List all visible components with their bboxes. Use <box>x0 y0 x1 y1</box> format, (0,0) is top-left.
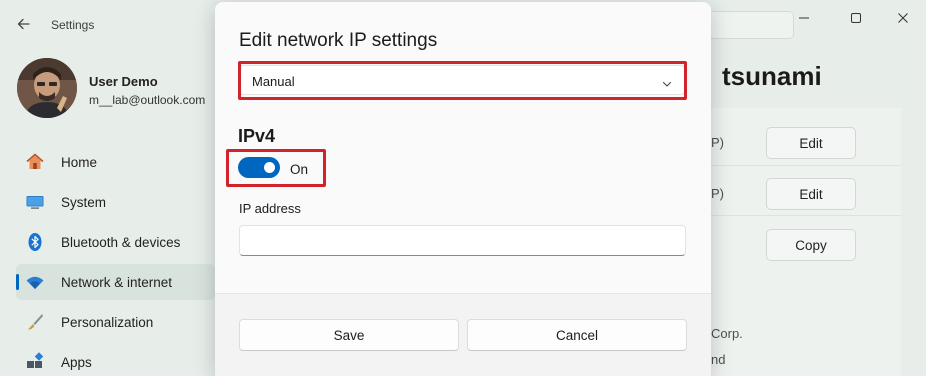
sidebar-item-label: Bluetooth & devices <box>61 235 181 250</box>
home-icon <box>25 152 45 172</box>
ip-mode-value: Manual <box>252 74 295 89</box>
ip-mode-dropdown[interactable]: Manual <box>239 65 685 95</box>
edit-ip-button[interactable]: Edit <box>766 127 856 159</box>
toggle-knob <box>264 162 275 173</box>
edit-ip-settings-dialog: Edit network IP settings Manual IPv4 On … <box>215 2 711 376</box>
ipv4-toggle-label: On <box>290 162 309 177</box>
description-text: nd <box>711 352 726 367</box>
maximize-button[interactable] <box>842 8 870 28</box>
save-button[interactable]: Save <box>239 319 459 351</box>
row-suffix: P) <box>711 186 724 201</box>
ip-address-input[interactable] <box>239 225 686 256</box>
edit-dns-button[interactable]: Edit <box>766 178 856 210</box>
bluetooth-icon <box>25 232 45 252</box>
ipv4-section-title: IPv4 <box>238 126 276 146</box>
sidebar-item-bluetooth[interactable]: Bluetooth & devices <box>16 224 215 260</box>
sidebar-item-home[interactable]: Home <box>16 144 215 180</box>
copy-button[interactable]: Copy <box>766 229 856 261</box>
user-email: m__lab@outlook.com <box>89 93 206 107</box>
apps-icon <box>25 352 45 372</box>
chevron-down-icon <box>662 76 672 87</box>
dialog-title: Edit network IP settings <box>239 30 438 51</box>
sidebar-item-apps[interactable]: Apps <box>16 344 215 376</box>
dialog-footer: Save Cancel <box>215 293 711 376</box>
sidebar-item-label: Network & internet <box>61 275 173 290</box>
page-heading: tsunami <box>722 61 822 91</box>
user-name: User Demo <box>89 74 158 89</box>
cancel-button[interactable]: Cancel <box>467 319 687 351</box>
brush-icon <box>25 312 45 332</box>
search-box[interactable] <box>700 11 794 39</box>
sidebar-item-label: Apps <box>61 355 92 370</box>
sidebar-item-network[interactable]: Network & internet <box>16 264 215 300</box>
sidebar-item-personalization[interactable]: Personalization <box>16 304 215 340</box>
wifi-icon <box>25 272 45 292</box>
minimize-button[interactable] <box>790 8 818 28</box>
close-window-button[interactable] <box>889 8 917 28</box>
ipv4-toggle[interactable] <box>238 157 280 178</box>
back-arrow-icon[interactable] <box>14 14 34 34</box>
sidebar-item-label: System <box>61 195 107 210</box>
monitor-icon <box>25 192 45 212</box>
active-indicator <box>16 274 19 290</box>
avatar <box>17 58 77 118</box>
manufacturer-text: Corp. <box>711 326 743 341</box>
row-suffix: P) <box>711 135 724 150</box>
sidebar-item-system[interactable]: System <box>16 184 215 220</box>
sidebar-item-label: Personalization <box>61 315 154 330</box>
ip-address-label: IP address <box>239 201 301 216</box>
app-title: Settings <box>51 18 95 32</box>
sidebar-item-label: Home <box>61 155 98 170</box>
